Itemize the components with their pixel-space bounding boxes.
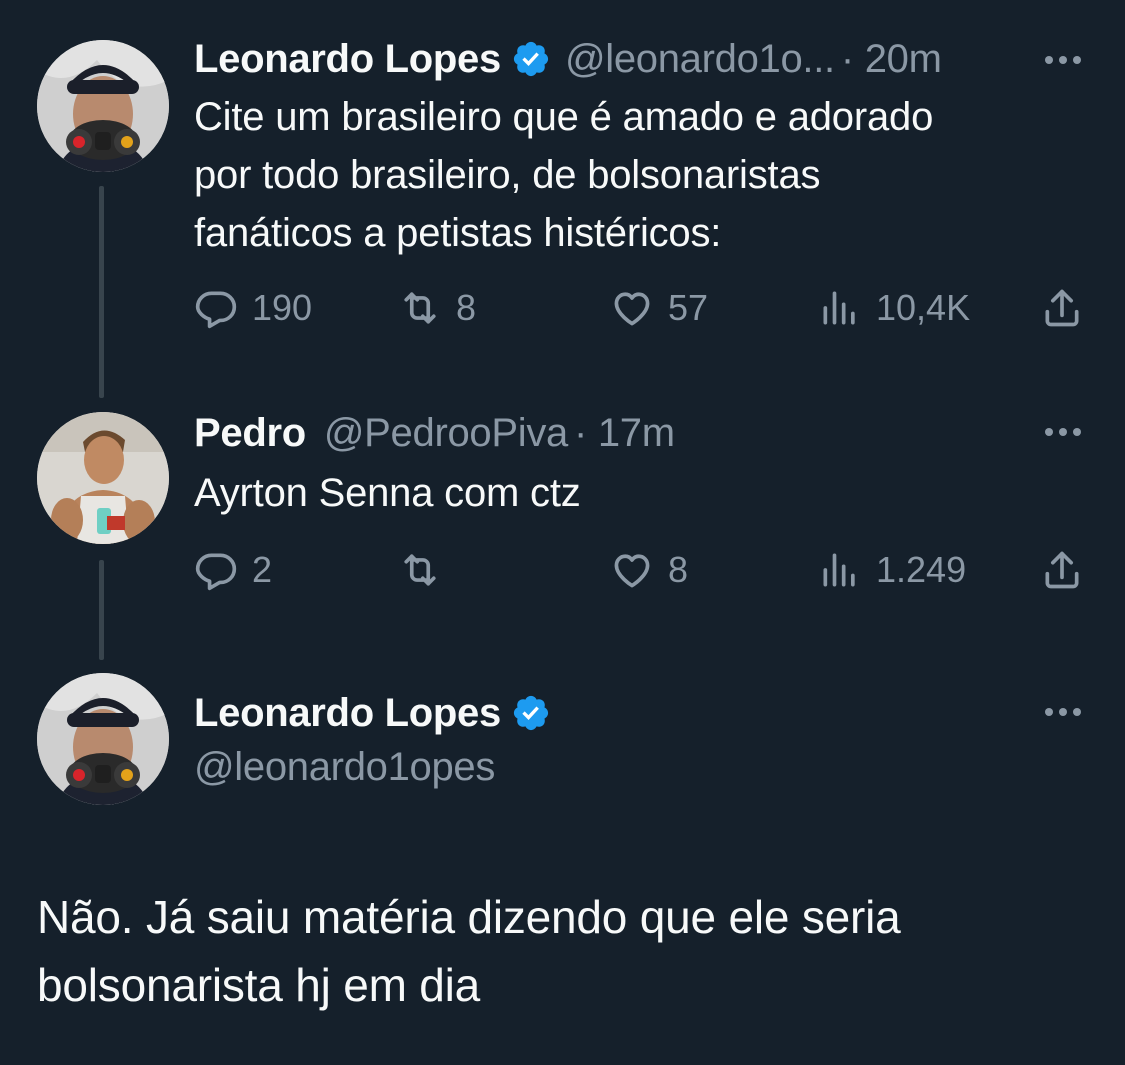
author-handle[interactable]: @leonardo1o... [565, 37, 835, 82]
tweet-text: Cite um brasileiro que é amado e adorado… [194, 88, 933, 262]
reply-count: 2 [252, 549, 273, 590]
reply-button[interactable]: 2 [194, 548, 272, 592]
like-button[interactable]: 8 [610, 548, 688, 592]
verified-icon [511, 39, 551, 79]
timestamp[interactable]: · 20m [841, 37, 942, 82]
tweet-handle-row: @leonardo1opes [194, 742, 495, 792]
heart-icon [614, 292, 650, 326]
retweet-button[interactable]: 8 [398, 286, 476, 330]
view-count: 1.249 [876, 549, 967, 590]
retweet-icon [404, 554, 436, 586]
share-button[interactable] [1040, 286, 1098, 330]
more-icon[interactable] [1041, 50, 1085, 70]
verified-icon [511, 693, 551, 733]
views-icon [823, 553, 855, 587]
reply-count: 190 [252, 287, 313, 328]
tweet-text-line: bolsonarista hj em dia [37, 959, 481, 1011]
like-button[interactable]: 57 [610, 286, 708, 330]
author-name[interactable]: Leonardo Lopes [194, 691, 501, 736]
tweet-header: Leonardo Lopes @leonardo1o... · 20m [194, 34, 942, 84]
author-name[interactable]: Leonardo Lopes [194, 37, 501, 82]
author-handle[interactable]: @leonardo1opes [194, 745, 495, 790]
share-icon [1045, 289, 1079, 327]
views-icon [823, 291, 855, 325]
heart-icon [614, 554, 650, 588]
view-count: 10,4K [876, 287, 971, 328]
tweet-text-line: fanáticos a petistas histéricos: [194, 211, 722, 255]
views-button[interactable]: 1.249 [818, 548, 966, 592]
reply-icon [195, 553, 237, 591]
retweet-button[interactable] [398, 548, 456, 592]
share-icon [1045, 551, 1079, 589]
thread-line [99, 560, 104, 660]
reply-button[interactable]: 190 [194, 286, 312, 330]
tweet-text-line: Não. Já saiu matéria dizendo que ele ser… [37, 891, 901, 943]
views-button[interactable]: 10,4K [818, 286, 970, 330]
like-count: 8 [668, 549, 689, 590]
tweet-text: Ayrton Senna com ctz [194, 471, 581, 515]
like-count: 57 [668, 287, 709, 328]
avatar[interactable] [37, 40, 169, 172]
avatar[interactable] [37, 412, 169, 544]
more-icon[interactable] [1041, 702, 1085, 722]
author-handle[interactable]: @PedrooPiva [324, 411, 568, 456]
reply-icon [195, 291, 237, 329]
share-button[interactable] [1040, 548, 1098, 592]
retweet-icon [404, 292, 436, 324]
author-name[interactable]: Pedro [194, 411, 306, 456]
timestamp[interactable]: · 17m [574, 411, 675, 456]
tweet-text: Não. Já saiu matéria dizendo que ele ser… [37, 883, 901, 1019]
tweet-header: Pedro @PedrooPiva · 17m [194, 408, 675, 458]
avatar[interactable] [37, 673, 169, 805]
tweet-text-line: Cite um brasileiro que é amado e adorado [194, 95, 934, 139]
tweet-text-line: por todo brasileiro, de bolsonaristas [194, 153, 821, 197]
tweet-header: Leonardo Lopes [194, 688, 551, 738]
thread-line [99, 186, 104, 398]
more-icon[interactable] [1041, 422, 1085, 442]
retweet-count: 8 [456, 287, 477, 328]
